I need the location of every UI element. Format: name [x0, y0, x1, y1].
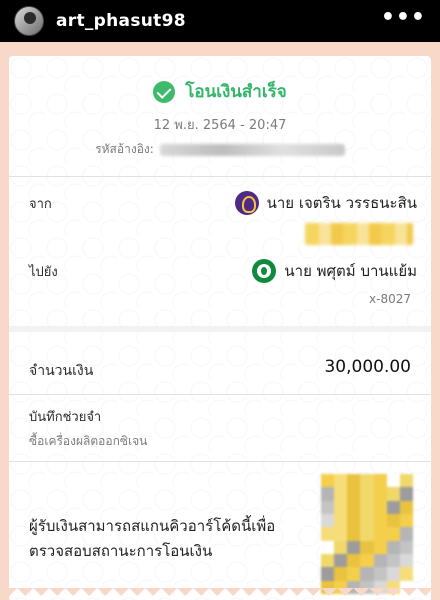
qr-cell: [399, 474, 413, 488]
qr-cell: [360, 487, 374, 501]
memo-text: ซื้อเครื่องผลิตออกซิเจน: [29, 434, 148, 448]
profile-username[interactable]: art_phasut98: [56, 11, 186, 31]
recipient-name: นาย พศุตม์ บานแย้ม: [284, 262, 417, 280]
qr-cell: [373, 474, 387, 488]
qr-cell: [360, 567, 374, 581]
qr-cell: [347, 527, 361, 541]
from-label: จาก: [29, 197, 52, 212]
qr-cell: [360, 553, 374, 568]
qr-cell: [360, 474, 374, 488]
qr-cell: [334, 500, 348, 514]
qr-cell: [399, 553, 413, 568]
qr-cell: [373, 567, 387, 581]
more-options-icon[interactable]: •••: [381, 7, 426, 29]
qr-instruction-line-2: ตรวจสอบสถานะการโอนเงิน: [29, 542, 213, 560]
divider: [9, 394, 431, 395]
qr-cell: [360, 513, 374, 528]
transfer-datetime: 12 พ.ย. 2564 - 20:47: [153, 118, 287, 133]
qr-cell: [386, 487, 400, 501]
qr-cell: [399, 487, 413, 501]
qr-cell: [334, 553, 348, 568]
qr-cell: [347, 487, 361, 501]
qr-cell: [347, 513, 361, 528]
qr-cell: [321, 500, 335, 514]
qr-cell: [347, 567, 361, 581]
qr-code-blurred: [321, 474, 413, 594]
qr-cell: [334, 567, 348, 581]
transfer-receipt: โอนเงินสำเร็จ 12 พ.ย. 2564 - 20:47 รหัสอ…: [9, 56, 431, 600]
qr-cell: [321, 474, 335, 488]
qr-cell: [386, 474, 400, 488]
reference-value-blurred: [159, 143, 345, 156]
receipt-frame: โอนเงินสำเร็จ 12 พ.ย. 2564 - 20:47 รหัสอ…: [0, 42, 440, 600]
qr-cell: [399, 567, 413, 581]
to-label: ไปยัง: [29, 265, 58, 280]
qr-cell: [347, 474, 361, 488]
qr-cell: [321, 540, 335, 554]
qr-instruction-line-1: ผู้รับเงินสามารถสแกนคิวอาร์โค้ดนี้เพื่อ: [29, 517, 276, 535]
qr-cell: [373, 487, 387, 501]
qr-cell: [321, 553, 335, 568]
success-check-icon: [153, 80, 176, 103]
qr-cell: [334, 487, 348, 501]
qr-cell: [386, 553, 400, 568]
qr-cell: [386, 513, 400, 528]
qr-cell: [360, 540, 374, 554]
reference-label: รหัสอ้างอิง:: [95, 142, 154, 156]
qr-cell: [334, 540, 348, 554]
qr-cell: [386, 567, 400, 581]
recipient-row: นาย พศุตม์ บานแย้ม: [252, 259, 417, 283]
qr-cell: [321, 487, 335, 501]
qr-cell: [321, 513, 335, 528]
status-text: โอนเงินสำเร็จ: [185, 82, 287, 102]
sender-name: นาย เจตริน วรรธนะสิน: [266, 194, 417, 212]
qr-cell: [347, 500, 361, 514]
qr-cell: [321, 527, 335, 541]
qr-cell: [347, 553, 361, 568]
qr-cell: [334, 474, 348, 488]
recipient-account: x-8027: [369, 292, 411, 306]
divider: [9, 176, 431, 177]
qr-cell: [360, 527, 374, 541]
amount-label: จำนวนเงิน: [29, 363, 94, 379]
qr-cell: [399, 540, 413, 554]
sender-bank-icon: [234, 191, 259, 215]
divider: [9, 461, 431, 462]
qr-cell: [386, 540, 400, 554]
qr-instructions: ผู้รับเงินสามารถสแกนคิวอาร์โค้ดนี้เพื่อ …: [29, 514, 289, 564]
qr-cell: [386, 500, 400, 514]
qr-cell: [399, 500, 413, 514]
qr-cell: [373, 527, 387, 541]
instagram-header: art_phasut98 •••: [0, 0, 440, 42]
qr-cell: [334, 513, 348, 528]
qr-cell: [321, 567, 335, 581]
amount-value: 30,000.00: [324, 357, 411, 377]
memo-label: บันทึกช่วยจำ: [29, 410, 102, 425]
section-divider: [9, 326, 431, 332]
receipt-zigzag-edge: [9, 588, 431, 600]
recipient-bank-icon: [252, 259, 277, 283]
qr-cell: [399, 527, 413, 541]
qr-cell: [399, 513, 413, 528]
transfer-status: โอนเงินสำเร็จ: [9, 78, 431, 105]
profile-avatar[interactable]: [14, 6, 44, 36]
reference-number: รหัสอ้างอิง:: [9, 140, 431, 159]
qr-cell: [347, 540, 361, 554]
qr-cell: [373, 500, 387, 514]
qr-cell: [386, 527, 400, 541]
sender-account-blurred: [305, 223, 413, 245]
qr-cell: [373, 513, 387, 528]
qr-cell: [360, 500, 374, 514]
qr-cell: [373, 553, 387, 568]
sender-row: นาย เจตริน วรรธนะสิน: [234, 191, 417, 215]
qr-cell: [334, 527, 348, 541]
qr-cell: [373, 540, 387, 554]
